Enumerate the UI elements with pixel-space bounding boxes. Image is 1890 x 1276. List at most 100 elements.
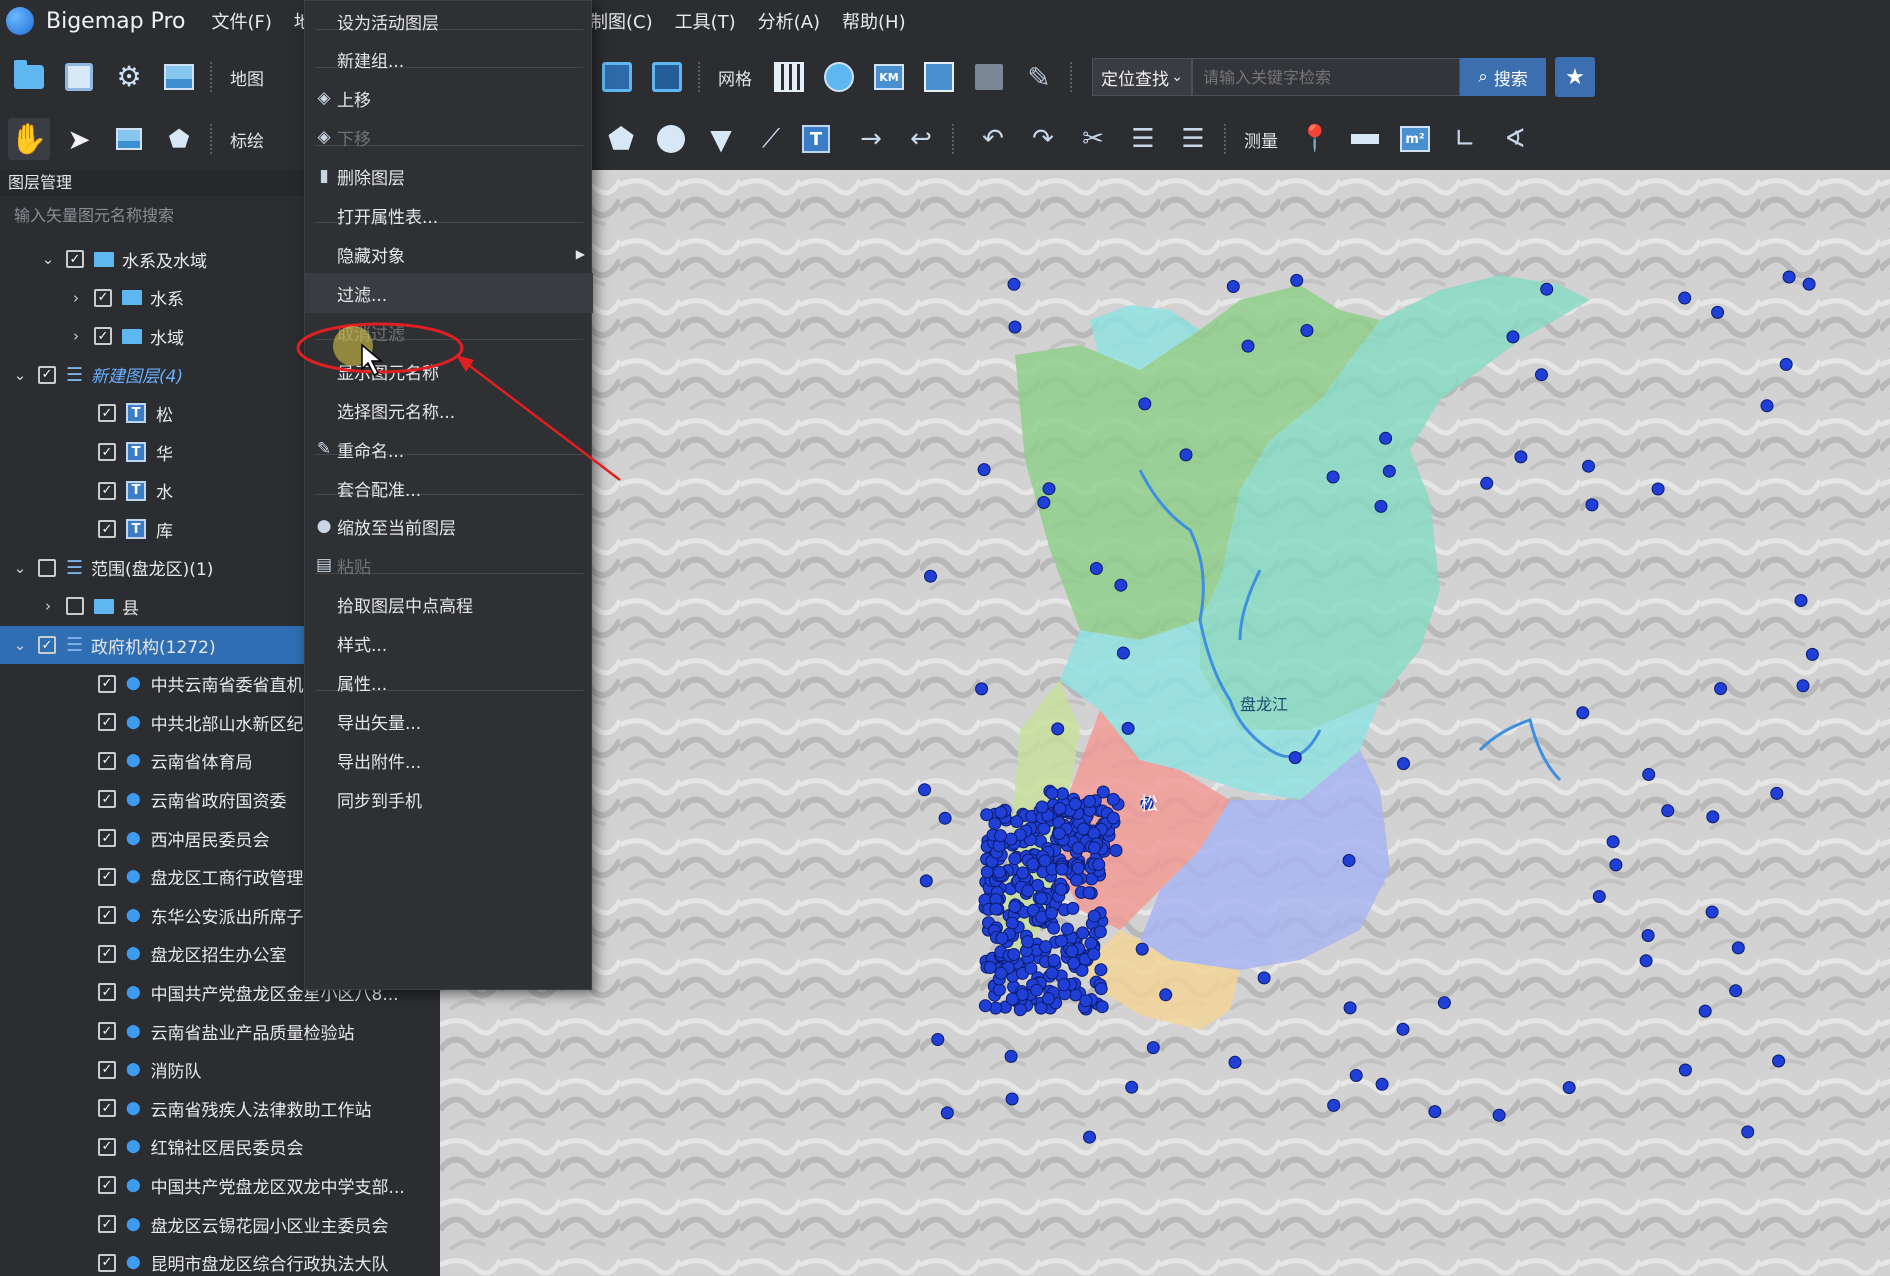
- open-button[interactable]: [8, 56, 50, 98]
- poi-point[interactable]: [1106, 811, 1120, 825]
- layer-visibility-checkbox[interactable]: ✓: [98, 751, 116, 770]
- poi-point[interactable]: [1606, 835, 1620, 849]
- poi-point[interactable]: [1760, 399, 1774, 413]
- context-menu-item[interactable]: 拾取图层中点高程: [305, 584, 593, 624]
- poi-point[interactable]: [1125, 1080, 1139, 1094]
- context-menu-item[interactable]: 属性...: [305, 662, 593, 702]
- list-alt-button[interactable]: ☰: [1172, 118, 1214, 160]
- poi-point[interactable]: [1288, 751, 1302, 765]
- favorite-button[interactable]: ★: [1554, 56, 1596, 98]
- poi-point[interactable]: [1070, 873, 1084, 887]
- poi-point[interactable]: [1047, 953, 1061, 967]
- poi-point[interactable]: [1082, 886, 1096, 900]
- poi-point[interactable]: [924, 569, 937, 583]
- poi-point[interactable]: [919, 874, 933, 888]
- poi-point[interactable]: [1241, 339, 1255, 353]
- poi-point[interactable]: [1480, 476, 1494, 490]
- poi-point[interactable]: [977, 463, 991, 477]
- layer-visibility-checkbox[interactable]: ✓: [98, 520, 116, 539]
- poi-point[interactable]: [1582, 459, 1595, 473]
- poi-point[interactable]: [1045, 786, 1059, 800]
- layer-visibility-checkbox[interactable]: ✓: [94, 288, 112, 307]
- layer-visibility-checkbox[interactable]: ✓: [98, 1176, 116, 1195]
- layer-visibility-checkbox[interactable]: ✓: [98, 1215, 116, 1233]
- poi-point[interactable]: [975, 682, 989, 696]
- poi-point[interactable]: [1731, 941, 1745, 955]
- poi-point[interactable]: [1087, 841, 1101, 855]
- poi-point[interactable]: [1714, 682, 1728, 696]
- poi-point[interactable]: [1087, 947, 1101, 961]
- poi-point[interactable]: [1039, 940, 1053, 954]
- select-tool-button[interactable]: ➤: [58, 118, 100, 160]
- poi-point[interactable]: [1770, 786, 1784, 800]
- poi-point[interactable]: [1805, 647, 1819, 661]
- poi-point[interactable]: [995, 931, 1009, 945]
- layer-visibility-checkbox[interactable]: ✓: [38, 365, 56, 384]
- layer-visibility-checkbox[interactable]: ✓: [98, 1137, 116, 1156]
- chevron-right-icon[interactable]: ›: [66, 289, 86, 307]
- poi-point[interactable]: [1060, 922, 1074, 936]
- poi-point[interactable]: [1007, 948, 1021, 961]
- chevron-right-icon[interactable]: ›: [38, 597, 58, 615]
- context-menu-item[interactable]: 过滤...: [305, 273, 593, 313]
- context-menu-item[interactable]: 隐藏对象 ▶: [305, 234, 593, 274]
- poi-point[interactable]: [1290, 273, 1304, 287]
- poi-point[interactable]: [1083, 794, 1097, 808]
- poi-point[interactable]: [1038, 854, 1052, 868]
- poi-point[interactable]: [1576, 706, 1590, 720]
- poi-point[interactable]: [1094, 982, 1108, 996]
- draw-circle-button[interactable]: [650, 118, 692, 160]
- poi-point[interactable]: [1068, 797, 1082, 811]
- poi-point[interactable]: [1651, 482, 1665, 496]
- poi-point[interactable]: [940, 1106, 954, 1120]
- context-menu-item[interactable]: ● 缩放至当前图层: [305, 506, 593, 546]
- poi-point[interactable]: [1226, 280, 1240, 293]
- poi-point[interactable]: [931, 1033, 945, 1046]
- poi-point[interactable]: [1053, 801, 1067, 815]
- poi-point[interactable]: [1179, 448, 1193, 462]
- poi-point[interactable]: [1729, 984, 1743, 998]
- list-button[interactable]: ☰: [1122, 118, 1164, 160]
- poi-point[interactable]: [1396, 1022, 1410, 1036]
- poi-point[interactable]: [1678, 1063, 1692, 1077]
- poi-point[interactable]: [1045, 966, 1059, 980]
- poi-point[interactable]: [1796, 679, 1810, 693]
- poi-point[interactable]: [1030, 983, 1044, 997]
- context-menu-item[interactable]: 打开属性表...: [305, 195, 593, 235]
- poi-point[interactable]: [1005, 1092, 1019, 1106]
- select-polygon-button[interactable]: ⬟: [158, 118, 200, 160]
- search-button[interactable]: ⌕ 搜索: [1460, 58, 1546, 96]
- measure-point-button[interactable]: 📍: [1294, 118, 1336, 160]
- poi-point[interactable]: [1146, 1041, 1160, 1055]
- poi-point[interactable]: [1076, 926, 1090, 940]
- menu-help[interactable]: 帮助(H): [842, 8, 906, 34]
- layer-visibility-checkbox[interactable]: ✓: [98, 983, 116, 1002]
- poi-point[interactable]: [1706, 810, 1720, 824]
- poi-point[interactable]: [1138, 397, 1152, 411]
- poi-point[interactable]: [1055, 862, 1069, 876]
- poi-point[interactable]: [1514, 450, 1528, 464]
- layer-visibility-checkbox[interactable]: ✓: [98, 829, 116, 847]
- layer-tree-row[interactable]: ✓ ⬤ 昆明市盘龙区综合行政执法大队: [0, 1244, 440, 1276]
- context-menu-item[interactable]: 导出附件...: [305, 740, 593, 780]
- poi-point[interactable]: [1705, 905, 1719, 919]
- poi-point[interactable]: [1042, 482, 1056, 496]
- poi-point[interactable]: [1382, 464, 1396, 478]
- chevron-right-icon[interactable]: ›: [66, 327, 86, 345]
- clear-button[interactable]: ✎: [1018, 56, 1060, 98]
- poi-point[interactable]: [980, 808, 994, 822]
- context-menu-item[interactable]: 显示图元名称: [305, 351, 593, 391]
- poi-point[interactable]: [994, 829, 1007, 843]
- full-extent-button[interactable]: [646, 56, 688, 98]
- layer-tree-row[interactable]: ✓ ⬤ 盘龙区云锡花园小区业主委员会: [0, 1205, 440, 1243]
- layer-visibility-checkbox[interactable]: [38, 558, 56, 577]
- poi-point[interactable]: [1024, 961, 1038, 975]
- draw-line-button[interactable]: ⟋: [750, 118, 792, 160]
- poi-point[interactable]: [1135, 942, 1149, 956]
- poi-point[interactable]: [1437, 996, 1451, 1010]
- poi-point[interactable]: [1779, 357, 1793, 371]
- poi-point[interactable]: [1092, 858, 1106, 871]
- context-menu-item[interactable]: 样式...: [305, 623, 593, 663]
- poi-point[interactable]: [1007, 277, 1021, 291]
- measure-distance-button[interactable]: [1344, 118, 1386, 160]
